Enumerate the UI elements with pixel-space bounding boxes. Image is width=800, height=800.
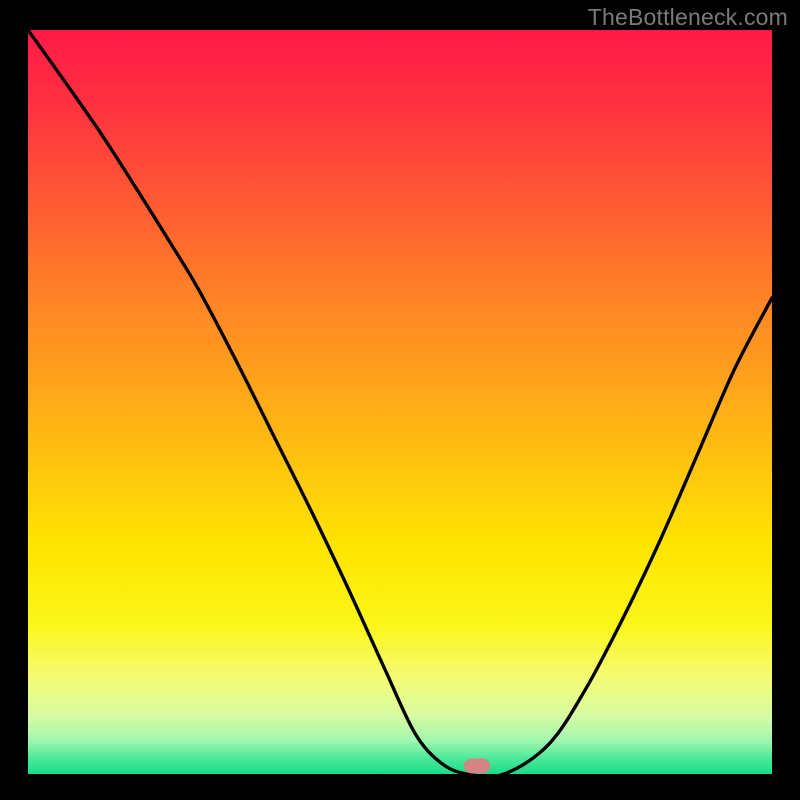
plot-area: [28, 30, 772, 774]
watermark-text: TheBottleneck.com: [588, 4, 788, 31]
chart-container: TheBottleneck.com: [0, 0, 800, 800]
optimum-marker: [464, 758, 490, 773]
bottleneck-curve: [28, 30, 772, 774]
